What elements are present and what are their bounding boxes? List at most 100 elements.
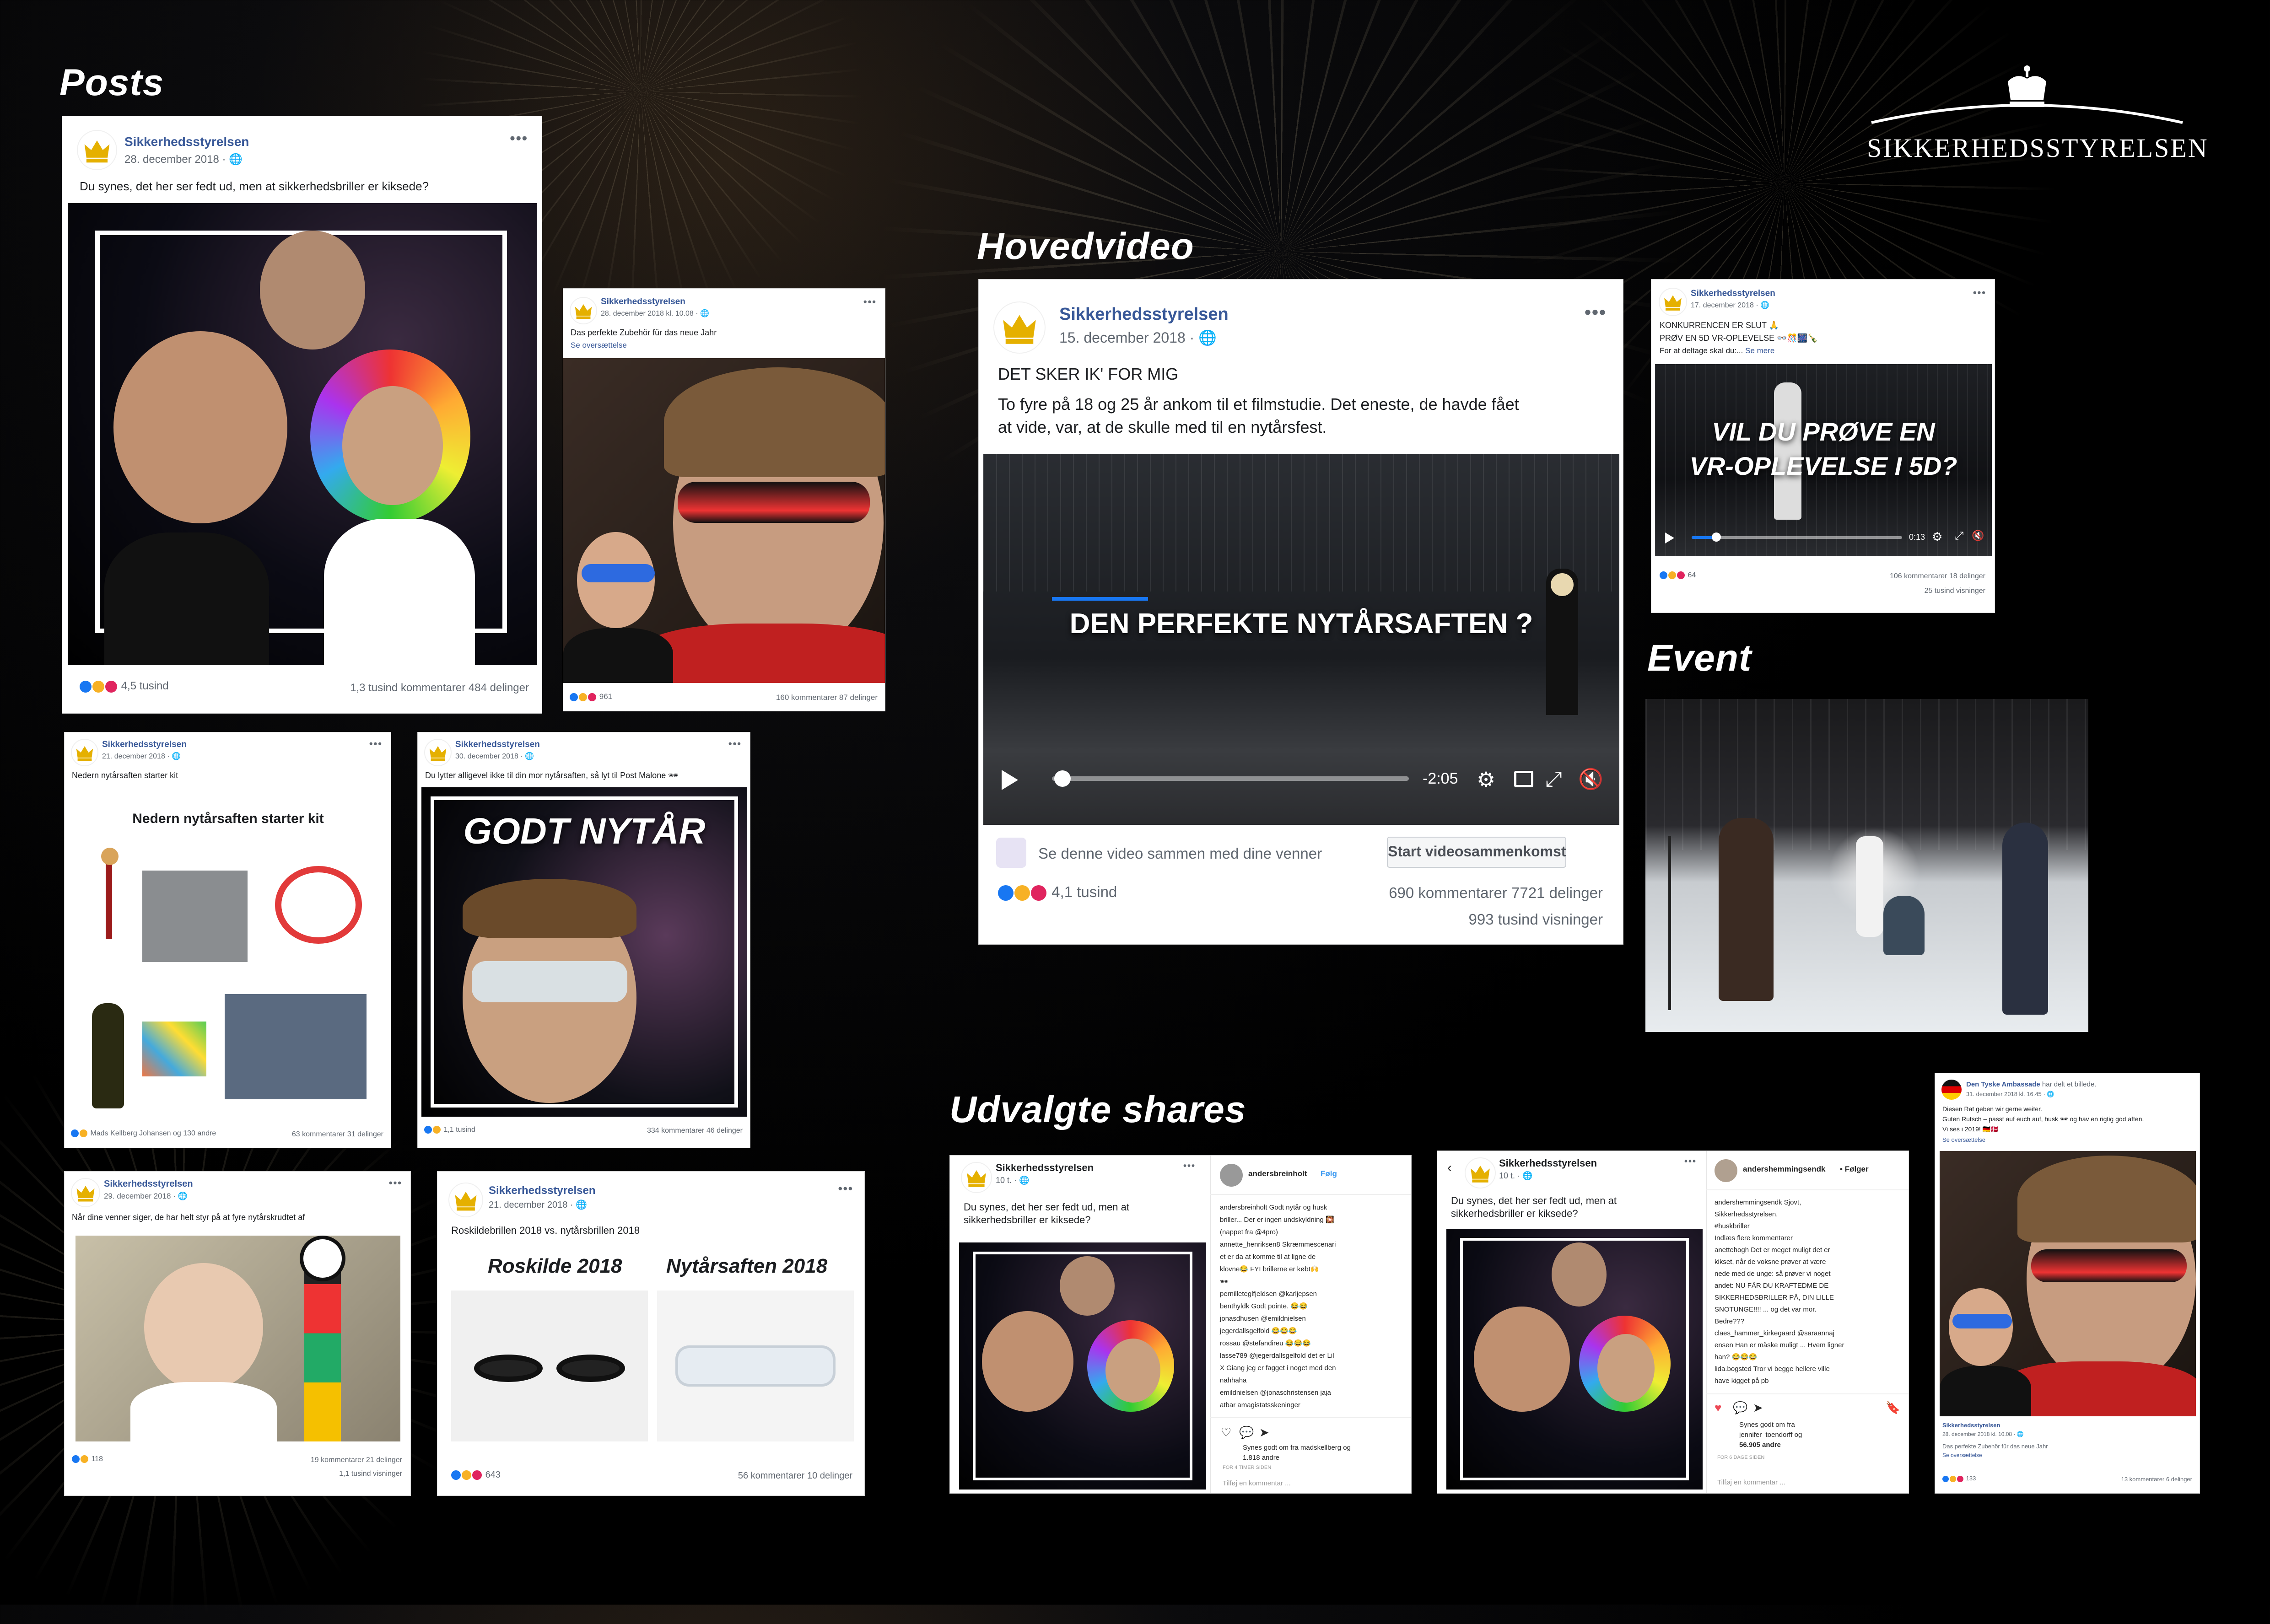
reaction-count[interactable]: 961 [570,692,612,701]
translate-link[interactable]: Se oversættelse [571,341,627,350]
reaction-count[interactable]: 4,5 tusind [80,680,169,693]
comment-share-count[interactable]: 690 kommentarer 7721 delinger [1389,884,1603,902]
scrubber-handle[interactable] [1054,770,1071,787]
page-avatar[interactable] [993,301,1046,354]
more-options-icon[interactable]: ••• [838,1182,853,1196]
reaction-count[interactable]: 1,1 tusind [424,1126,475,1134]
share-icon[interactable]: ➤ [1753,1401,1763,1415]
post-date[interactable]: 10 t. · 🌐 [996,1176,1029,1185]
more-options-icon[interactable]: ••• [510,130,528,147]
start-watch-party-button[interactable]: Start videosammenkomst [1387,837,1566,868]
vr-video-player[interactable]: VIL DU PRØVE EN VR-OPLEVELSE I 5D? 0:13 … [1655,364,1992,556]
heart-icon[interactable]: ♡ [1221,1425,1231,1440]
reaction-count[interactable]: 64 [1660,571,1696,580]
heart-icon[interactable]: ♥ [1715,1401,1721,1415]
page-avatar[interactable] [71,739,98,766]
embassy-avatar[interactable] [1941,1080,1962,1100]
user-avatar[interactable] [1715,1159,1737,1182]
page-name-link[interactable]: Sikkerhedsstyrelsen [996,1162,1094,1174]
add-comment-input[interactable]: Tilføj en kommentar ... [1717,1479,1785,1486]
more-options-icon[interactable]: ••• [369,738,383,750]
bookmark-icon[interactable]: 🔖 [1886,1401,1900,1415]
follow-link[interactable]: Følg [1321,1169,1337,1178]
post-date[interactable]: 30. december 2018 · 🌐 [455,752,534,761]
post-date[interactable]: 29. december 2018 · 🌐 [104,1192,188,1201]
comment-share-count[interactable]: 63 kommentarer 31 delinger [292,1130,383,1139]
page-avatar[interactable] [77,130,117,170]
add-comment-input[interactable]: Tilføj en kommentar ... [1223,1479,1291,1487]
reaction-count[interactable]: 118 [72,1455,103,1463]
shared-image[interactable] [959,1242,1206,1490]
original-translate-link[interactable]: Se oversættelse [1942,1452,1982,1458]
page-name-link[interactable]: Sikkerhedsstyrelsen [601,297,685,307]
page-name-link[interactable]: Sikkerhedsstyrelsen [104,1179,193,1189]
comment-share-count[interactable]: 106 kommentarer 18 delinger [1890,572,1985,581]
comment-share-count[interactable]: 334 kommentarer 46 delinger [647,1127,743,1135]
page-avatar[interactable] [424,739,452,766]
ig-username[interactable]: andersbreinholt [1248,1169,1307,1178]
comment-share-count[interactable]: 19 kommentarer 21 delinger [311,1456,402,1464]
post-image[interactable] [68,203,537,665]
settings-icon[interactable]: ⚙ [1477,767,1495,792]
settings-icon[interactable]: ⚙ [1932,530,1942,544]
page-avatar[interactable] [1659,288,1687,316]
page-name-link[interactable]: Sikkerhedsstyrelsen [124,134,249,149]
page-avatar[interactable] [961,1162,992,1193]
reaction-count[interactable]: 643 [451,1470,501,1480]
post-date[interactable]: 21. december 2018 · 🌐 [102,752,181,761]
reaction-count[interactable]: Mads Kellberg Johansen og 130 andre [71,1129,216,1138]
more-options-icon[interactable]: ••• [389,1177,402,1189]
more-options-icon[interactable]: ••• [863,296,877,308]
more-options-icon[interactable]: ••• [1684,1156,1697,1167]
comment-icon[interactable]: 💬 [1733,1401,1747,1415]
share-icon[interactable]: ➤ [1259,1425,1269,1440]
post-image[interactable]: Roskilde 2018 Nytårsaften 2018 [447,1245,856,1460]
more-options-icon[interactable]: ••• [1585,302,1607,323]
ig-username[interactable]: andershemmingsendk [1743,1165,1825,1174]
see-more-link[interactable]: Se mere [1745,346,1774,355]
scrubber-handle[interactable] [1712,532,1721,542]
post-date[interactable]: 10 t. · 🌐 [1499,1171,1532,1181]
comment-share-count[interactable]: 160 kommentarer 87 delinger [776,693,878,702]
user-avatar[interactable] [1220,1164,1243,1187]
page-avatar[interactable] [448,1183,483,1217]
page-name-link[interactable]: Sikkerhedsstyrelsen [1059,305,1229,324]
page-name-link[interactable]: Sikkerhedsstyrelsen [1691,289,1775,299]
post-video[interactable] [75,1236,400,1441]
page-name-link[interactable]: Sikkerhedsstyrelsen [455,740,540,750]
page-name-link[interactable]: Sikkerhedsstyrelsen [489,1184,595,1197]
comment-icon[interactable]: 💬 [1239,1425,1254,1440]
fullscreen-icon[interactable]: ⤢ [1955,530,1963,543]
post-image[interactable] [563,358,885,683]
reaction-count[interactable]: 4,1 tusind [998,883,1117,901]
back-icon[interactable]: ‹ [1447,1160,1452,1176]
pip-icon[interactable] [1514,771,1533,787]
more-options-icon[interactable]: ••• [728,738,742,750]
page-avatar[interactable] [71,1178,100,1207]
post-image[interactable]: Nedern nytårsaften starter kit [65,788,391,1122]
page-avatar[interactable] [1465,1157,1496,1188]
page-name-link[interactable]: Sikkerhedsstyrelsen [102,740,187,750]
comment-share-count[interactable]: 13 kommentarer 6 delinger [2121,1476,2192,1483]
more-options-icon[interactable]: ••• [1183,1161,1196,1172]
follow-status[interactable]: • Følger [1840,1165,1869,1174]
post-date[interactable]: 17. december 2018 · 🌐 [1691,301,1769,310]
video-player[interactable]: DEN PERFEKTE NYTÅRSAFTEN ? -2:05 ⚙ ⤢ 🔇 [983,454,1619,825]
shared-image[interactable] [1446,1229,1703,1490]
post-date[interactable]: 15. december 2018 · 🌐 [1059,329,1217,346]
reaction-count[interactable]: 133 [1942,1475,1976,1482]
mute-icon[interactable]: 🔇 [1578,767,1603,791]
original-page-link[interactable]: Sikkerhedsstyrelsen [1942,1422,2000,1429]
comment-share-count[interactable]: 1,3 tusind kommentarer 484 delinger [350,682,529,694]
page-name-link[interactable]: Sikkerhedsstyrelsen [1499,1157,1597,1169]
video-scrubber[interactable] [1692,536,1902,539]
comment-share-count[interactable]: 56 kommentarer 10 delinger [738,1471,852,1481]
shared-image[interactable] [1940,1151,2196,1416]
post-date[interactable]: 28. december 2018 · 🌐 [124,153,243,166]
translate-link[interactable]: Se oversættelse [1942,1136,1985,1143]
mute-icon[interactable]: 🔇 [1972,530,1984,542]
video-scrubber[interactable] [1052,776,1409,781]
page-avatar[interactable] [570,297,597,324]
embassy-name-link[interactable]: Den Tyske Ambassade [1966,1081,2040,1088]
post-date[interactable]: 21. december 2018 · 🌐 [489,1199,587,1210]
